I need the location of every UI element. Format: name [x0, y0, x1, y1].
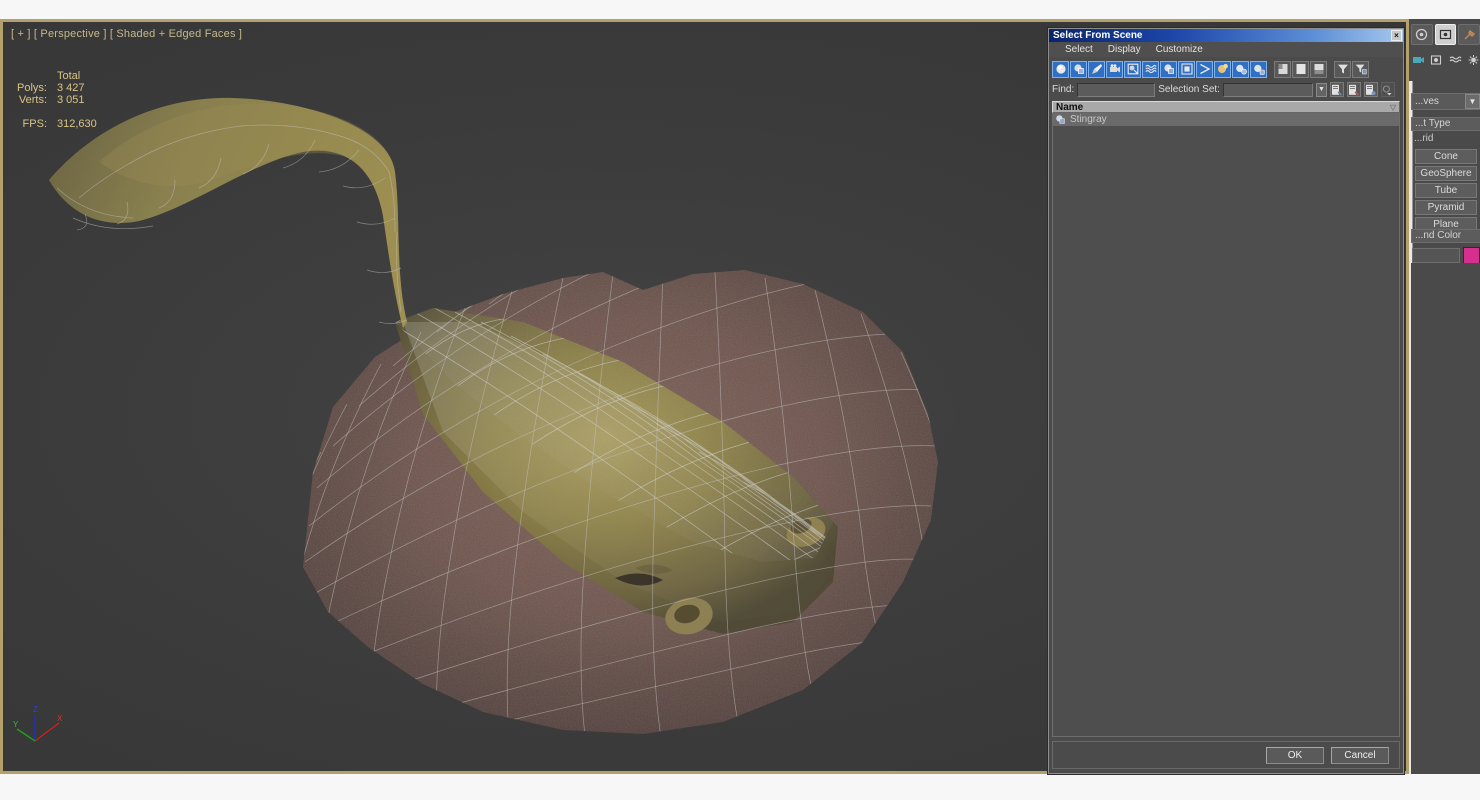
display-geometry-icon[interactable]: [1052, 60, 1069, 78]
display-lights-icon[interactable]: [1088, 60, 1105, 78]
axis-y-label: Y: [13, 720, 19, 729]
app-root: [ + ] [ Perspective ] [ Shaded + Edged F…: [0, 0, 1480, 800]
systems-icon[interactable]: [1467, 53, 1480, 67]
name-and-color-title[interactable]: ...nd Color: [1411, 229, 1480, 243]
cancel-button[interactable]: Cancel: [1331, 746, 1389, 764]
collapse-all-icon[interactable]: [1292, 60, 1309, 78]
stats-polys-label: Polys:: [17, 82, 47, 94]
sort-indicator-icon[interactable]: ▽: [1390, 103, 1396, 112]
bottom-page-margin: [0, 777, 1480, 800]
dialog-find-row[interactable]: Find: Selection Set: ▼: [1052, 81, 1400, 98]
spacewarp-icon[interactable]: [1449, 53, 1462, 67]
display-bones-icon[interactable]: [1196, 60, 1213, 78]
selection-set-input[interactable]: [1222, 82, 1313, 97]
expand-selected-icon[interactable]: [1310, 60, 1327, 78]
dialog-title: Select From Scene: [1053, 30, 1143, 41]
create-tab[interactable]: [1411, 23, 1433, 45]
command-panel-tabs[interactable]: [1409, 22, 1480, 46]
stats-fps-value: 312,630: [57, 118, 97, 130]
filter-settings-icon[interactable]: [1352, 60, 1369, 78]
category-dropdown-value: ...ves: [1415, 96, 1439, 107]
object-name-field[interactable]: [1412, 248, 1460, 263]
menu-display[interactable]: Display: [1108, 44, 1141, 55]
edit-selection-set-icon[interactable]: [1363, 82, 1378, 97]
ok-button[interactable]: OK: [1266, 746, 1324, 764]
table-row[interactable]: Stingray: [1053, 113, 1399, 126]
top-page-margin: [0, 0, 1480, 19]
stats-polys-value: 3 427: [57, 82, 85, 94]
object-type-rollout-title[interactable]: ...t Type: [1411, 117, 1480, 131]
object-icon: [1055, 114, 1066, 125]
display-shapes-icon[interactable]: [1070, 60, 1087, 78]
camera-icon[interactable]: [1412, 53, 1425, 67]
axis-x-label: X: [57, 714, 63, 723]
selection-set-label: Selection Set:: [1158, 84, 1220, 95]
display-children-icon[interactable]: [1214, 60, 1231, 78]
display-helpers-icon[interactable]: [1124, 60, 1141, 78]
list-item-label: Stingray: [1070, 114, 1107, 125]
select-from-scene-dialog[interactable]: Select From Scene × Select Display Custo…: [1048, 28, 1404, 774]
axis-z-label: Z: [33, 705, 38, 714]
filter-toggle-icon[interactable]: [1334, 60, 1351, 78]
display-cameras-icon[interactable]: [1106, 60, 1123, 78]
find-label: Find:: [1052, 84, 1075, 95]
selection-set-more-icon[interactable]: [1380, 82, 1395, 97]
stats-fps-label: FPS:: [22, 118, 47, 130]
object-color-swatch[interactable]: [1463, 247, 1480, 264]
chevron-down-icon[interactable]: ▼: [1315, 82, 1327, 97]
stats-total-header: Total: [57, 70, 81, 82]
dialog-toolbar[interactable]: [1052, 60, 1400, 78]
scene-object-list[interactable]: Stingray: [1052, 113, 1400, 737]
viewport-label: [ + ] [ Perspective ] [ Shaded + Edged F…: [11, 28, 243, 40]
column-header-name: Name: [1056, 101, 1084, 113]
add-selection-set-icon[interactable]: [1329, 82, 1344, 97]
object-type-rollout[interactable]: ...t Type ...rid Cone GeoSphere Tube Pyr…: [1411, 117, 1480, 232]
name-and-color-rollout[interactable]: ...nd Color: [1411, 229, 1480, 264]
category-dropdown[interactable]: ...ves ▼: [1411, 93, 1480, 110]
primitive-button-pyramid[interactable]: Pyramid: [1415, 200, 1477, 215]
modify-tab[interactable]: [1434, 23, 1457, 45]
display-influences-icon[interactable]: [1232, 60, 1249, 78]
chevron-down-icon[interactable]: ▼: [1465, 94, 1480, 109]
display-frozen-icon[interactable]: [1250, 60, 1267, 78]
dialog-menubar[interactable]: Select Display Customize: [1049, 42, 1403, 57]
primitive-button-geosphere[interactable]: GeoSphere: [1415, 166, 1477, 181]
stats-verts-value: 3 051: [57, 94, 85, 106]
display-xrefs-icon[interactable]: [1178, 60, 1195, 78]
expand-all-icon[interactable]: [1274, 60, 1291, 78]
name-and-color-row[interactable]: [1411, 247, 1480, 264]
primitive-button-cone[interactable]: Cone: [1415, 149, 1477, 164]
command-panel-subicons[interactable]: [1409, 49, 1480, 71]
close-icon[interactable]: ×: [1391, 30, 1402, 41]
hierarchy-tab[interactable]: [1458, 23, 1480, 45]
viewport-statistics: Total Polys: 3 427 Verts: 3 051 FPS: 312…: [15, 70, 97, 130]
command-panel[interactable]: ...ves ▼ ...t Type ...rid Cone GeoSphere…: [1409, 19, 1480, 774]
display-space-warps-icon[interactable]: [1142, 60, 1159, 78]
dialog-footer: OK Cancel: [1052, 741, 1400, 769]
list-column-header[interactable]: Name ▽: [1052, 101, 1400, 113]
find-input[interactable]: [1077, 82, 1156, 97]
remove-selection-set-icon[interactable]: [1346, 82, 1361, 97]
axis-tripod-gizmo: Z X Y: [13, 705, 63, 742]
autogrid-checkbox-label[interactable]: ...rid: [1411, 131, 1480, 147]
display-groups-icon[interactable]: [1160, 60, 1177, 78]
light-icon[interactable]: [1430, 53, 1443, 67]
dialog-titlebar[interactable]: Select From Scene ×: [1049, 29, 1403, 42]
menu-select[interactable]: Select: [1065, 44, 1093, 55]
primitive-button-tube[interactable]: Tube: [1415, 183, 1477, 198]
command-panel-empty-area: [1411, 263, 1480, 774]
menu-customize[interactable]: Customize: [1156, 44, 1203, 55]
stats-verts-label: Verts:: [18, 94, 47, 106]
